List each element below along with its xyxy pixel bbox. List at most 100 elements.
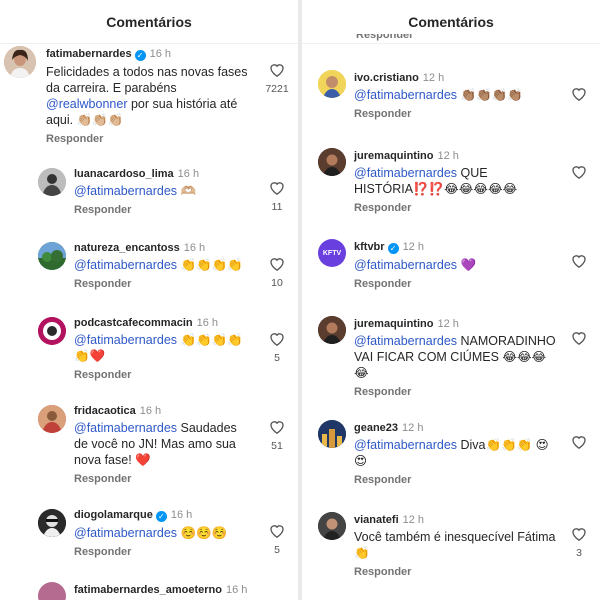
reply-button[interactable]: Responder <box>354 474 556 486</box>
heart-icon <box>572 528 586 541</box>
username[interactable]: juremaquintino <box>354 150 433 162</box>
person-avatar-icon[interactable] <box>38 405 66 433</box>
heart-icon <box>572 88 586 101</box>
reply-button[interactable]: Responder <box>354 202 556 214</box>
like-button[interactable]: 51 <box>262 419 292 452</box>
timestamp: 12 h <box>437 150 459 162</box>
comment-text: Felicidades a todos nas novas fases da c… <box>46 65 248 127</box>
kftv-logo-avatar-icon[interactable]: KFTV <box>318 239 346 267</box>
woman-avatar-icon[interactable] <box>318 316 346 344</box>
username[interactable]: kftvbr <box>354 241 385 253</box>
verified-badge-icon: ✓ <box>134 50 146 61</box>
person-avatar-icon[interactable] <box>318 70 346 98</box>
bw-photo-avatar-icon[interactable] <box>38 168 66 196</box>
comment-text: @fatimabernardes Saudades de você no JN!… <box>74 421 237 467</box>
heart-icon <box>270 525 284 538</box>
like-button[interactable] <box>564 86 594 107</box>
mention-link[interactable]: @fatimabernardes <box>74 421 177 435</box>
mention-link[interactable]: @realwbonner <box>46 97 127 111</box>
mention-link[interactable]: @fatimabernardes <box>74 184 177 198</box>
heart-icon <box>572 166 586 179</box>
verified-badge-icon: ✓ <box>387 243 399 254</box>
comment-text: @fatimabernardes 👏👏👏👏 <box>74 258 243 272</box>
like-button[interactable]: 5 <box>262 523 292 556</box>
panel-title: Comentários <box>302 0 600 44</box>
mention-link[interactable]: @fatimabernardes <box>74 333 177 347</box>
timestamp: 12 h <box>402 514 425 526</box>
like-button[interactable] <box>564 164 594 185</box>
landscape-avatar-icon[interactable] <box>38 242 66 270</box>
username[interactable]: geane23 <box>354 422 398 434</box>
fan-avatar-icon[interactable] <box>38 582 66 600</box>
mention-link[interactable]: @fatimabernardes <box>74 526 177 540</box>
username[interactable]: natureza_encantoss <box>74 242 180 254</box>
comment-text: @fatimabernardes 👏👏👏👏 👏❤️ <box>74 333 243 363</box>
podcast-logo-avatar-icon[interactable] <box>38 317 66 345</box>
comment-text: @fatimabernardes 💜 <box>354 258 477 272</box>
username[interactable]: diogolamarque <box>74 509 153 521</box>
username[interactable]: fatimabernardes_amoeterno <box>74 584 222 596</box>
username[interactable]: vianatefi <box>354 514 399 526</box>
username[interactable]: fatimabernardes <box>46 48 132 60</box>
reply-button[interactable]: Responder <box>354 386 556 398</box>
comments-panel-right: Comentários Responder ivo.cristiano 12 h … <box>302 0 600 600</box>
like-button[interactable] <box>564 434 594 455</box>
reply-button[interactable]: Responder <box>74 546 254 558</box>
timestamp: 16 h <box>183 242 206 254</box>
reply-button[interactable]: Responder <box>74 369 254 381</box>
like-button[interactable]: 3 <box>564 526 594 559</box>
timestamp: 12 h <box>402 241 424 253</box>
heart-icon <box>270 333 284 346</box>
timestamp: 16 h <box>225 584 248 596</box>
mention-link[interactable]: @fatimabernardes <box>354 438 457 452</box>
comment-text: @fatimabernardes ☺️☺️☺️ <box>74 526 228 540</box>
username[interactable]: luanacardoso_lima <box>74 168 174 180</box>
verified-badge-icon: ✓ <box>155 511 167 522</box>
username[interactable]: ivo.cristiano <box>354 72 419 84</box>
username[interactable]: juremaquintino <box>354 318 433 330</box>
woman-avatar-icon[interactable] <box>318 148 346 176</box>
mention-link[interactable]: @fatimabernardes <box>354 334 457 348</box>
like-button[interactable]: 11 <box>262 180 292 213</box>
mention-link[interactable]: @fatimabernardes <box>74 258 177 272</box>
like-button[interactable] <box>564 253 594 274</box>
timestamp: 16 h <box>170 509 193 521</box>
timestamp: 12 h <box>422 72 445 84</box>
username[interactable]: podcastcafecommacin <box>74 317 193 329</box>
mention-link[interactable]: @fatimabernardes <box>354 166 457 180</box>
like-count: 5 <box>274 352 280 364</box>
timestamp: 16 h <box>149 48 172 60</box>
reply-button[interactable]: Responder <box>46 133 254 145</box>
username[interactable]: fridacaotica <box>74 405 136 417</box>
like-button[interactable]: 10 <box>262 256 292 289</box>
timestamp: 12 h <box>437 318 459 330</box>
heart-icon <box>270 182 284 195</box>
reply-button[interactable]: Responder <box>74 278 254 290</box>
comment-text: @fatimabernardes NAMORADINHO VAI FICAR C… <box>354 334 556 380</box>
reply-button[interactable]: Responder <box>354 566 556 578</box>
heart-icon <box>270 421 284 434</box>
reply-button[interactable]: Responder <box>354 278 556 290</box>
like-count: 51 <box>271 440 283 452</box>
reply-button[interactable]: Responder <box>356 34 413 42</box>
mention-link[interactable]: @fatimabernardes <box>354 258 457 272</box>
reply-button[interactable]: Responder <box>74 473 254 485</box>
like-count: 10 <box>271 277 283 289</box>
timestamp: 16 h <box>177 168 200 180</box>
reply-button[interactable]: Responder <box>354 108 556 120</box>
avatar-logo-text: KFTV <box>322 249 342 257</box>
like-button[interactable]: 7221 <box>262 62 292 95</box>
woman-avatar-icon[interactable] <box>4 46 36 78</box>
like-button[interactable] <box>564 330 594 351</box>
comment-text: @fatimabernardes 🫶🏼 <box>74 184 197 198</box>
timestamp: 16 h <box>139 405 162 417</box>
timestamp: 16 h <box>196 317 219 329</box>
woman-avatar-icon[interactable] <box>318 512 346 540</box>
city-avatar-icon[interactable] <box>318 420 346 448</box>
reply-button[interactable]: Responder <box>74 204 254 216</box>
man-avatar-icon[interactable] <box>38 509 66 537</box>
heart-icon <box>572 332 586 345</box>
mention-link[interactable]: @fatimabernardes <box>354 88 457 102</box>
like-button[interactable]: 5 <box>262 331 292 364</box>
comments-panel-left: Comentários fatimabernardes ✓ 16 h Felicid… <box>0 0 298 600</box>
